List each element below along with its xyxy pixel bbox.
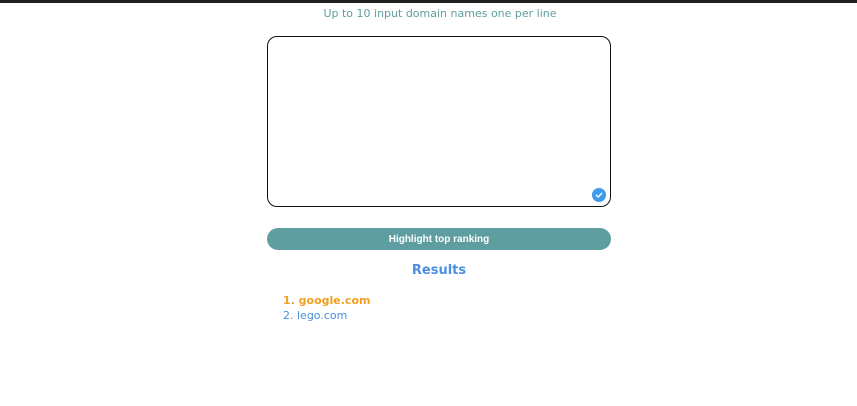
top-bar (0, 0, 857, 3)
result-item: 2. lego.com (283, 309, 348, 322)
highlight-top-ranking-button[interactable]: Highlight top ranking (267, 228, 611, 250)
domain-input[interactable] (267, 36, 611, 207)
results-list: 1. google.com 2. lego.com (283, 293, 370, 323)
check-circle-icon (592, 188, 606, 202)
instruction-text: Up to 10 input domain names one per line (323, 7, 557, 20)
results-heading: Results (411, 263, 467, 278)
result-item-top: 1. google.com (283, 294, 371, 307)
